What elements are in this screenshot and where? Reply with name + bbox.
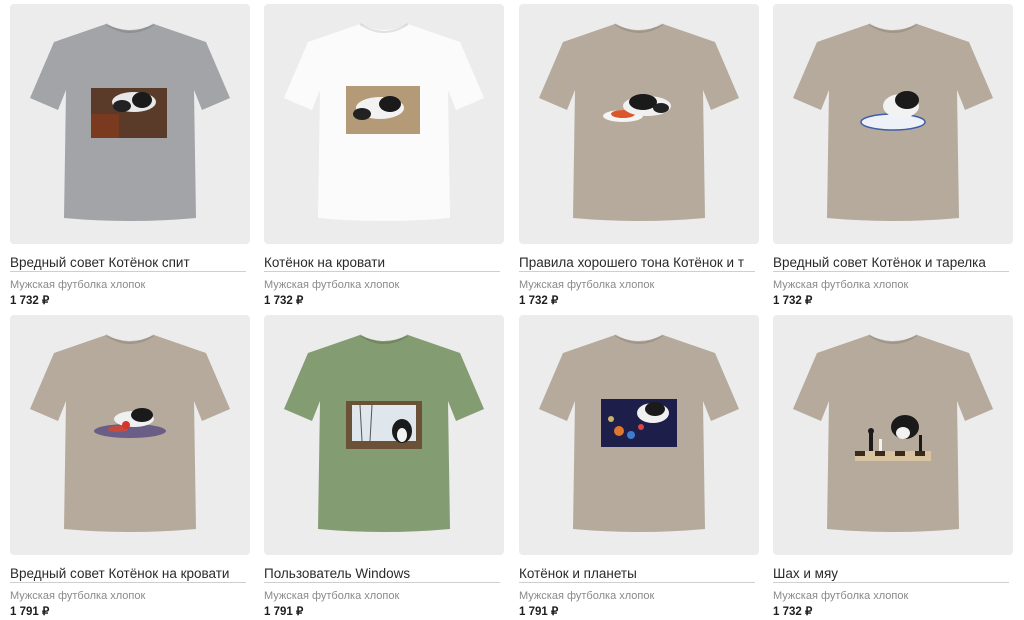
product-price: 1 732 ₽ <box>519 295 559 307</box>
tshirt-image <box>793 23 993 221</box>
product-title[interactable]: Вредный совет Котёнок и тарелка <box>773 255 1009 272</box>
product-image[interactable] <box>264 315 504 555</box>
product-price: 1 732 ₽ <box>773 295 813 307</box>
product-price: 1 732 ₽ <box>264 295 304 307</box>
product-grid: Вредный совет Котёнок спит Мужская футбо… <box>0 0 1024 618</box>
product-image[interactable] <box>773 4 1013 244</box>
product-card[interactable]: Правила хорошего тона Котёнок и т Мужска… <box>519 4 759 309</box>
product-card[interactable]: Котёнок на кровати Мужская футболка хлоп… <box>264 4 504 309</box>
product-image[interactable] <box>773 315 1013 555</box>
product-image[interactable] <box>264 4 504 244</box>
product-subtitle: Мужская футболка хлопок <box>264 279 400 291</box>
print-cat-and-planets <box>601 399 677 447</box>
product-price: 1 732 ₽ <box>10 295 50 307</box>
product-card[interactable]: Шах и мяу Мужская футболка хлопок 1 732 … <box>773 315 1013 620</box>
product-title[interactable]: Котёнок на кровати <box>264 255 500 272</box>
product-subtitle: Мужская футболка хлопок <box>10 590 146 602</box>
product-image[interactable] <box>10 4 250 244</box>
print-cat-at-window <box>346 401 422 449</box>
product-price: 1 791 ₽ <box>519 606 559 618</box>
tshirt-image <box>30 334 230 532</box>
print-cat-sleeping-sofa <box>91 88 167 138</box>
product-subtitle: Мужская футболка хлопок <box>519 590 655 602</box>
product-image[interactable] <box>519 315 759 555</box>
tshirt-image <box>284 23 484 221</box>
product-title[interactable]: Шах и мяу <box>773 566 1009 583</box>
product-title[interactable]: Котёнок и планеты <box>519 566 755 583</box>
product-title[interactable]: Вредный совет Котёнок на кровати <box>10 566 246 583</box>
tshirt-image <box>539 23 739 221</box>
product-image[interactable] <box>519 4 759 244</box>
product-card[interactable]: Котёнок и планеты Мужская футболка хлопо… <box>519 315 759 620</box>
product-card[interactable]: Вредный совет Котёнок и тарелка Мужская … <box>773 4 1013 309</box>
product-subtitle: Мужская футболка хлопок <box>264 590 400 602</box>
tshirt-image <box>30 23 230 221</box>
product-card[interactable]: Вредный совет Котёнок на кровати Мужская… <box>10 315 250 620</box>
product-price: 1 791 ₽ <box>10 606 50 618</box>
product-subtitle: Мужская футболка хлопок <box>519 279 655 291</box>
product-card[interactable]: Пользователь Windows Мужская футболка хл… <box>264 315 504 620</box>
tshirt-image <box>284 334 484 532</box>
product-subtitle: Мужская футболка хлопок <box>10 279 146 291</box>
tshirt-image <box>793 334 993 532</box>
tshirt-image <box>539 334 739 532</box>
product-price: 1 791 ₽ <box>264 606 304 618</box>
product-card[interactable]: Вредный совет Котёнок спит Мужская футбо… <box>10 4 250 309</box>
product-image[interactable] <box>10 315 250 555</box>
product-title[interactable]: Правила хорошего тона Котёнок и т <box>519 255 755 272</box>
product-subtitle: Мужская футболка хлопок <box>773 279 909 291</box>
product-subtitle: Мужская футболка хлопок <box>773 590 909 602</box>
product-price: 1 732 ₽ <box>773 606 813 618</box>
print-cat-on-bed <box>346 86 420 134</box>
product-title[interactable]: Вредный совет Котёнок спит <box>10 255 246 272</box>
product-title[interactable]: Пользователь Windows <box>264 566 500 583</box>
